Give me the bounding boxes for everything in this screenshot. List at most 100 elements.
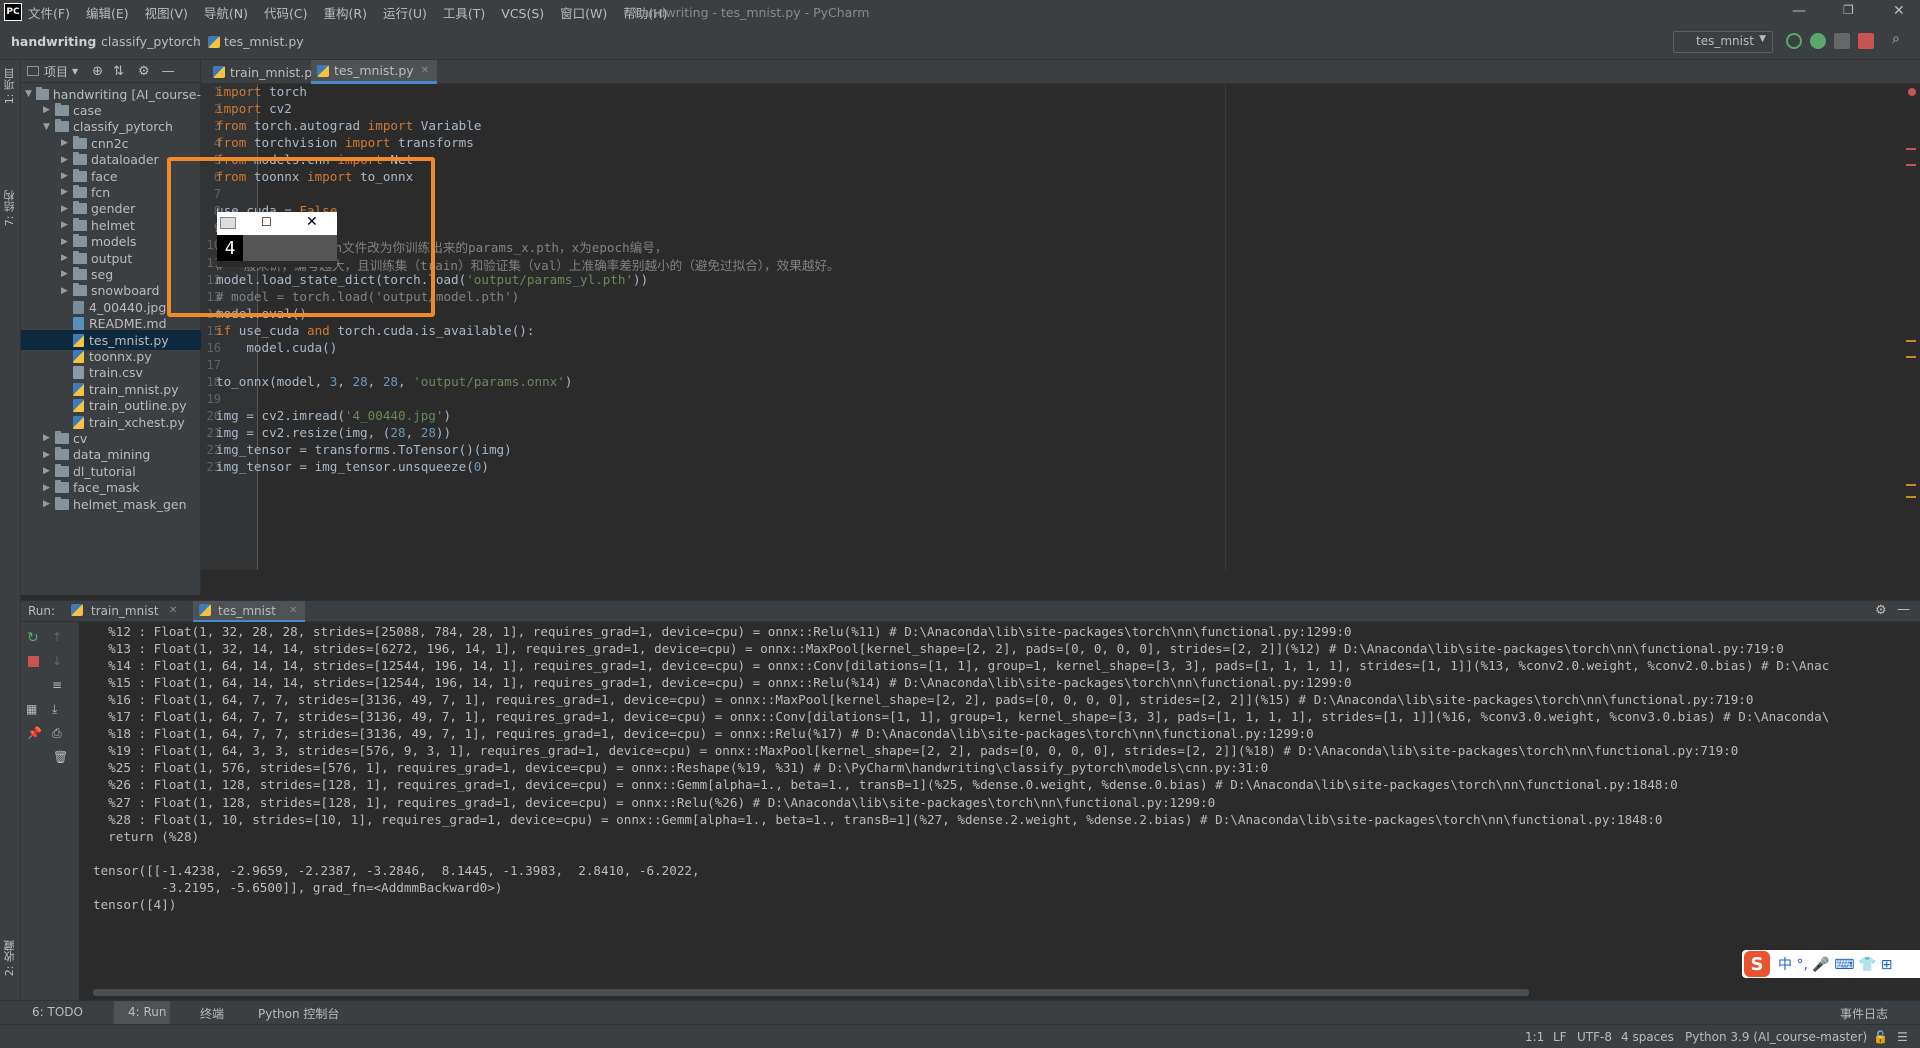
collapse-icon[interactable]: ⇅	[113, 64, 124, 79]
python-interpreter[interactable]: Python 3.9 (AI_course-master)	[1685, 1030, 1867, 1044]
run-tab-train-mnist[interactable]: train_mnist	[91, 604, 159, 618]
coverage-icon[interactable]	[1834, 33, 1850, 49]
warning-stripe[interactable]	[1906, 484, 1916, 486]
code-line[interactable]: import torch	[216, 84, 307, 99]
chevron-right-icon[interactable]: ▶	[43, 466, 55, 476]
chevron-right-icon[interactable]: ▶	[61, 286, 73, 296]
chevron-right-icon[interactable]: ▶	[61, 253, 73, 263]
console-horizontal-scrollbar[interactable]	[79, 988, 1920, 998]
chevron-down-icon[interactable]: ▼	[25, 89, 36, 99]
search-icon[interactable]: ⌕	[1892, 31, 1908, 47]
menu-item[interactable]: VCS(S)	[501, 6, 544, 21]
pin-icon[interactable]: 📌	[27, 726, 42, 740]
run-console[interactable]: %12 : Float(1, 32, 28, 28, strides=[2508…	[79, 622, 1920, 987]
up-arrow-icon[interactable]: ↑	[52, 630, 62, 644]
menu-item[interactable]: 视图(V)	[145, 6, 188, 21]
code-line[interactable]: import cv2	[216, 101, 292, 116]
tree-folder[interactable]: ▶ helmet_mask_gen	[21, 494, 201, 514]
lock-icon[interactable]: 🔓	[1873, 1030, 1888, 1044]
menu-item[interactable]: 文件(F)	[28, 6, 70, 21]
project-view-select[interactable]: 项目	[44, 63, 68, 80]
structure-tool-label[interactable]: 7: 结构	[2, 190, 18, 226]
chevron-right-icon[interactable]: ▶	[61, 204, 73, 214]
project-tool-label[interactable]: 1: 项目	[2, 68, 18, 104]
warning-stripe[interactable]	[1906, 356, 1916, 358]
close-icon[interactable]: ✕	[421, 65, 429, 76]
menu-item[interactable]: 运行(U)	[383, 6, 427, 21]
menu-item[interactable]: 工具(T)	[443, 6, 485, 21]
chevron-down-icon[interactable]: ▼	[43, 122, 55, 132]
chevron-right-icon[interactable]: ▶	[61, 269, 73, 279]
run-config-select[interactable]: tes_mnist ▼	[1673, 31, 1773, 53]
chevron-right-icon[interactable]: ▶	[61, 171, 73, 181]
chevron-right-icon[interactable]: ▶	[43, 105, 55, 115]
line-separator[interactable]: LF	[1553, 1030, 1567, 1044]
chevron-right-icon[interactable]: ▶	[61, 138, 73, 148]
code-line[interactable]: img = cv2.imread('4_00440.jpg')	[216, 408, 451, 423]
chevron-down-icon[interactable]: ▼	[72, 67, 78, 76]
chevron-right-icon[interactable]: ▶	[61, 220, 73, 230]
code-editor[interactable]: 1234567891011121314151617181920212223 im…	[201, 84, 1920, 570]
close-icon[interactable]: ✕	[289, 605, 297, 616]
restore-icon[interactable]: ❐	[1843, 3, 1854, 17]
breadcrumb-project[interactable]: handwriting	[11, 34, 96, 49]
event-log-tab[interactable]: 事件日志	[1840, 1005, 1888, 1022]
code-line[interactable]: to_onnx(model, 3, 28, 28, 'output/params…	[216, 374, 572, 389]
chevron-right-icon[interactable]: ▶	[61, 237, 73, 247]
rerun-icon[interactable]: ↻	[27, 630, 39, 646]
chevron-right-icon[interactable]: ▶	[43, 499, 55, 509]
python-console-tab[interactable]: Python 控制台	[258, 1005, 339, 1022]
menu-item[interactable]: 编辑(E)	[86, 6, 129, 21]
trash-icon[interactable]: 🗑	[53, 750, 68, 764]
indent-setting[interactable]: 4 spaces	[1621, 1030, 1674, 1044]
ime-toolbar[interactable]: S 中 °, 🎤 ⌨ 👕 ⊞	[1742, 950, 1920, 978]
code-line[interactable]: from torch.autograd import Variable	[216, 118, 481, 133]
warning-stripe[interactable]	[1906, 496, 1916, 498]
menu-item[interactable]: 导航(N)	[204, 6, 248, 21]
menu-item[interactable]: 代码(C)	[264, 6, 307, 21]
error-stripe[interactable]	[1906, 148, 1916, 150]
tab-tes-mnist[interactable]: tes_mnist.py ✕	[311, 60, 438, 84]
scrollbar-thumb[interactable]	[93, 989, 1529, 996]
gear-icon[interactable]: ⚙	[1875, 603, 1887, 618]
menu-item[interactable]: 重构(R)	[324, 6, 367, 21]
code-line[interactable]: model.cuda()	[216, 340, 337, 355]
close-icon[interactable]: ✕	[1893, 3, 1905, 19]
hide-icon[interactable]: —	[162, 64, 175, 79]
warning-stripe[interactable]	[1906, 340, 1916, 342]
terminal-tab[interactable]: 终端	[200, 1005, 224, 1022]
menu-item[interactable]: 窗口(W)	[560, 6, 607, 21]
breadcrumb-folder[interactable]: classify_pytorch	[101, 34, 201, 49]
chevron-right-icon[interactable]: ▶	[43, 433, 55, 443]
stop-icon[interactable]	[1858, 33, 1874, 49]
gear-icon[interactable]: ⚙	[138, 64, 150, 79]
code-line[interactable]: img_tensor = img_tensor.unsqueeze(0)	[216, 459, 489, 474]
locate-icon[interactable]: ⊕	[92, 64, 103, 79]
caret-position[interactable]: 1:1	[1525, 1030, 1544, 1044]
code-line[interactable]: img = cv2.resize(img, (28, 28))	[216, 425, 451, 440]
scroll-to-end-icon[interactable]: ⤓	[52, 702, 57, 717]
chevron-right-icon[interactable]: ▶	[61, 187, 73, 197]
print-icon[interactable]: ⎙	[52, 726, 62, 741]
debug-icon[interactable]	[1810, 33, 1826, 49]
notifications-icon[interactable]: ☰	[1897, 1030, 1908, 1044]
chevron-right-icon[interactable]: ▶	[43, 450, 55, 460]
rerun-icon[interactable]	[1786, 33, 1802, 49]
error-indicator-icon[interactable]	[1908, 88, 1916, 96]
ime-controls[interactable]: 中 °, 🎤 ⌨ 👕 ⊞	[1778, 954, 1893, 974]
code-line[interactable]: img_tensor = transforms.ToTensor()(img)	[216, 442, 512, 457]
minimize-icon[interactable]: —	[1792, 3, 1806, 19]
breadcrumb-file[interactable]: tes_mnist.py	[224, 34, 304, 49]
todo-tab[interactable]: 6: TODO	[32, 1005, 83, 1019]
code-line[interactable]: from torchvision import transforms	[216, 135, 474, 150]
run-tab[interactable]: 4: Run	[128, 1005, 167, 1019]
run-tab-tes-mnist[interactable]: tes_mnist	[218, 604, 276, 618]
code-line[interactable]: if use_cuda and torch.cuda.is_available(…	[216, 323, 534, 338]
stop-icon[interactable]	[28, 656, 39, 667]
close-icon[interactable]: ✕	[169, 605, 177, 616]
down-arrow-icon[interactable]: ↓	[52, 654, 62, 668]
chevron-right-icon[interactable]: ▶	[43, 483, 55, 493]
layout-icon[interactable]: ▦	[26, 702, 37, 716]
chevron-right-icon[interactable]: ▶	[61, 155, 73, 165]
favorites-tool-label[interactable]: 2: 收藏	[2, 940, 18, 976]
